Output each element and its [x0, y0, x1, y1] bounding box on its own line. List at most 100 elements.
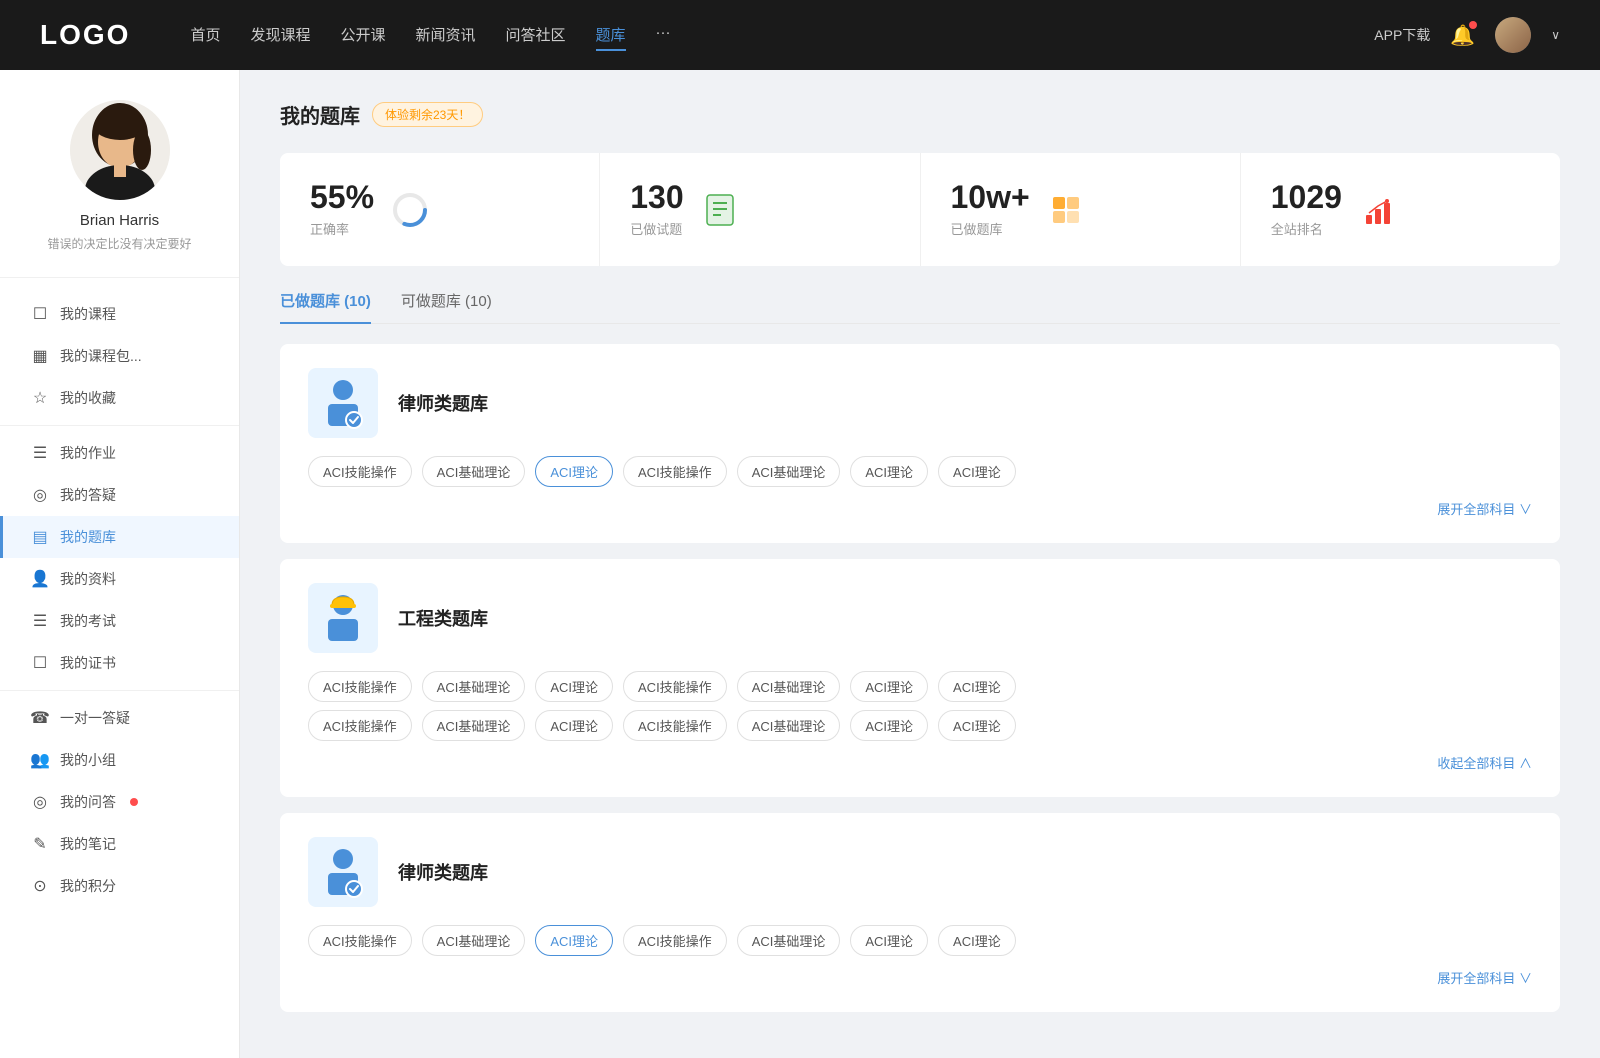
nav-link-discover[interactable]: 发现课程 — [250, 20, 310, 51]
tag-3-2[interactable]: ACI基础理论 — [422, 925, 526, 956]
sidebar-item-my-qa[interactable]: ◎ 我的问答 — [0, 781, 239, 823]
stat-rank-text: 1029 全站排名 — [1271, 181, 1342, 238]
sidebar-item-profile[interactable]: 👤 我的资料 — [0, 558, 239, 600]
avatar-image — [1495, 17, 1531, 53]
sidebar-item-course-pkg[interactable]: ▦ 我的课程包... — [0, 335, 239, 377]
sidebar-item-my-course[interactable]: ☐ 我的课程 — [0, 293, 239, 335]
nav-link-qbank[interactable]: 题库 — [596, 20, 626, 51]
stat-done-questions-text: 130 已做试题 — [630, 181, 683, 238]
tag-2-r2-1[interactable]: ACI技能操作 — [308, 710, 412, 741]
group-icon: 👥 — [30, 750, 50, 770]
sidebar-user-motto: 错误的决定比没有决定要好 — [20, 235, 219, 252]
tag-1-4[interactable]: ACI技能操作 — [623, 456, 727, 487]
sidebar-item-qbank[interactable]: ▤ 我的题库 — [0, 516, 239, 558]
sidebar-item-points[interactable]: ⊙ 我的积分 — [0, 865, 239, 907]
sidebar-item-label: 我的证书 — [60, 653, 116, 673]
tag-2-5[interactable]: ACI基础理论 — [737, 671, 841, 702]
profile-icon: 👤 — [30, 569, 50, 589]
tag-3-6[interactable]: ACI理论 — [850, 925, 928, 956]
sidebar-item-label: 我的课程 — [60, 304, 116, 324]
tag-1-7[interactable]: ACI理论 — [938, 456, 1016, 487]
accuracy-icon — [390, 190, 430, 230]
tag-3-5[interactable]: ACI基础理论 — [737, 925, 841, 956]
sidebar-divider-1 — [0, 425, 239, 426]
app-download-link[interactable]: APP下载 — [1374, 25, 1430, 45]
sidebar-item-certificate[interactable]: ☐ 我的证书 — [0, 642, 239, 684]
course-pkg-icon: ▦ — [30, 346, 50, 366]
qbank-tags-2-row1: ACI技能操作 ACI基础理论 ACI理论 ACI技能操作 ACI基础理论 AC… — [308, 671, 1532, 702]
page-header: 我的题库 体验剩余23天！ — [280, 100, 1560, 129]
user-menu-chevron[interactable]: ∨ — [1551, 28, 1560, 42]
stat-rank-label: 全站排名 — [1271, 219, 1342, 238]
tag-2-r2-3[interactable]: ACI理论 — [535, 710, 613, 741]
tag-3-1[interactable]: ACI技能操作 — [308, 925, 412, 956]
tab-available-banks[interactable]: 可做题库 (10) — [401, 290, 492, 323]
sidebar-item-label: 我的课程包... — [60, 346, 142, 366]
tag-3-4[interactable]: ACI技能操作 — [623, 925, 727, 956]
nav-link-more[interactable]: ··· — [656, 20, 671, 51]
tag-2-2[interactable]: ACI基础理论 — [422, 671, 526, 702]
sidebar-item-1on1[interactable]: ☎ 一对一答疑 — [0, 697, 239, 739]
nav-link-home[interactable]: 首页 — [190, 20, 220, 51]
expand-link-3[interactable]: 展开全部科目 ∨ — [1437, 971, 1532, 986]
qbank-card-1: 律师类题库 ACI技能操作 ACI基础理论 ACI理论 ACI技能操作 ACI基… — [280, 344, 1560, 543]
sidebar-item-label: 我的作业 — [60, 443, 116, 463]
rank-icon — [1358, 190, 1398, 230]
notification-bell[interactable]: 🔔 — [1450, 23, 1475, 48]
tag-2-r2-2[interactable]: ACI基础理论 — [422, 710, 526, 741]
stat-done-questions-label: 已做试题 — [630, 219, 683, 238]
exam-icon: ☰ — [30, 611, 50, 631]
tag-2-7[interactable]: ACI理论 — [938, 671, 1016, 702]
nav-link-news[interactable]: 新闻资讯 — [416, 20, 476, 51]
tag-1-5[interactable]: ACI基础理论 — [737, 456, 841, 487]
tag-2-4[interactable]: ACI技能操作 — [623, 671, 727, 702]
sidebar-item-exam[interactable]: ☰ 我的考试 — [0, 600, 239, 642]
sidebar-profile: Brian Harris 错误的决定比没有决定要好 — [0, 100, 239, 278]
sidebar-item-label: 我的积分 — [60, 876, 116, 896]
tag-2-r2-6[interactable]: ACI理论 — [850, 710, 928, 741]
sidebar-item-favorites[interactable]: ☆ 我的收藏 — [0, 377, 239, 419]
tag-1-2[interactable]: ACI基础理论 — [422, 456, 526, 487]
qbank-icon-lawyer-1 — [308, 368, 378, 438]
sidebar-item-label: 我的资料 — [60, 569, 116, 589]
sidebar-item-group[interactable]: 👥 我的小组 — [0, 739, 239, 781]
tag-2-r2-7[interactable]: ACI理论 — [938, 710, 1016, 741]
qbank-card-2: 工程类题库 ACI技能操作 ACI基础理论 ACI理论 ACI技能操作 ACI基… — [280, 559, 1560, 797]
sidebar-item-qa-mine[interactable]: ◎ 我的答疑 — [0, 474, 239, 516]
tag-1-3[interactable]: ACI理论 — [535, 456, 613, 487]
tag-1-6[interactable]: ACI理论 — [850, 456, 928, 487]
tabs-row: 已做题库 (10) 可做题库 (10) — [280, 290, 1560, 324]
tab-done-banks[interactable]: 已做题库 (10) — [280, 290, 371, 323]
expand-link-2[interactable]: 收起全部科目 ∧ — [1437, 756, 1532, 771]
expand-link-1[interactable]: 展开全部科目 ∨ — [1437, 502, 1532, 517]
tag-1-1[interactable]: ACI技能操作 — [308, 456, 412, 487]
tag-2-1[interactable]: ACI技能操作 — [308, 671, 412, 702]
avatar-svg — [70, 100, 170, 200]
tag-2-3[interactable]: ACI理论 — [535, 671, 613, 702]
sidebar-item-homework[interactable]: ☰ 我的作业 — [0, 432, 239, 474]
qbank-tags-1: ACI技能操作 ACI基础理论 ACI理论 ACI技能操作 ACI基础理论 AC… — [308, 456, 1532, 487]
homework-icon: ☰ — [30, 443, 50, 463]
tag-2-6[interactable]: ACI理论 — [850, 671, 928, 702]
tag-2-r2-5[interactable]: ACI基础理论 — [737, 710, 841, 741]
sidebar-item-notes[interactable]: ✎ 我的笔记 — [0, 823, 239, 865]
tag-3-3[interactable]: ACI理论 — [535, 925, 613, 956]
nav-link-qa[interactable]: 问答社区 — [506, 20, 566, 51]
nav-link-open-course[interactable]: 公开课 — [340, 20, 385, 51]
stat-done-banks: 10w+ 已做题库 — [921, 153, 1241, 266]
lawyer-icon-svg-1 — [318, 376, 368, 431]
stat-rank: 1029 全站排名 — [1241, 153, 1560, 266]
points-icon: ⊙ — [30, 876, 50, 896]
nav-links: 首页 发现课程 公开课 新闻资讯 问答社区 题库 ··· — [190, 20, 1374, 51]
tag-3-7[interactable]: ACI理论 — [938, 925, 1016, 956]
stat-accuracy-label: 正确率 — [310, 219, 374, 238]
qbank-card-1-header: 律师类题库 — [308, 368, 1532, 438]
stats-row: 55% 正确率 130 已做试题 — [280, 153, 1560, 266]
sidebar-divider-2 — [0, 690, 239, 691]
questions-svg — [703, 193, 737, 227]
sidebar-item-label: 我的小组 — [60, 750, 116, 770]
user-avatar[interactable] — [1495, 17, 1531, 53]
tag-2-r2-4[interactable]: ACI技能操作 — [623, 710, 727, 741]
qbank-footer-2: 收起全部科目 ∧ — [308, 753, 1532, 773]
trial-badge: 体验剩余23天！ — [372, 102, 483, 127]
